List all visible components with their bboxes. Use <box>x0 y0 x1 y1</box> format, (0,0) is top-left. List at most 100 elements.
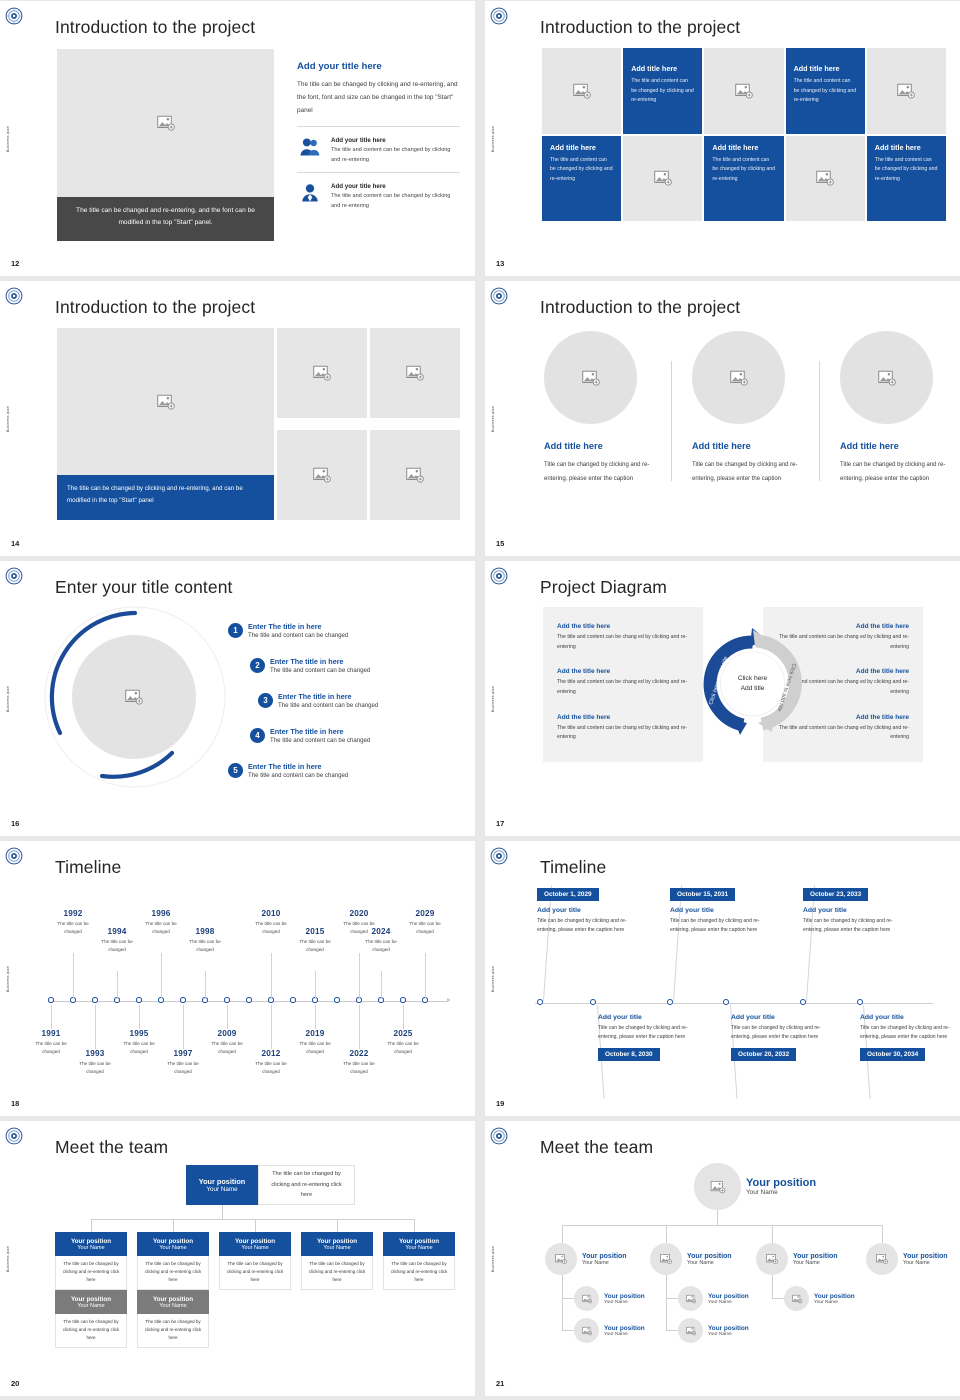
list-item[interactable]: 2 Enter The title in here The title and … <box>228 648 460 683</box>
org-node[interactable]: Your position Your Name <box>545 1243 627 1275</box>
list-item[interactable]: 5 Enter The title in here The title and … <box>228 753 460 788</box>
grid-cell-image[interactable] <box>866 48 946 134</box>
timeline-label-below[interactable]: 2012 The title can be changed <box>247 1049 295 1076</box>
slide-20[interactable]: Business plan Meet the team Your positio… <box>0 1121 475 1396</box>
org-node[interactable]: Your position Your Name <box>866 1243 948 1275</box>
feature-row[interactable]: Add your title here The title and conten… <box>297 181 460 218</box>
grid-cell-image[interactable] <box>785 135 865 221</box>
timeline-label-below[interactable]: 2009 The title can be changed <box>203 1029 251 1056</box>
avatar[interactable] <box>574 1318 599 1343</box>
org-node-sub[interactable]: Your position Your Name <box>678 1286 749 1311</box>
timeline-dot[interactable] <box>723 999 729 1005</box>
org-node-sub[interactable]: Your position Your Name <box>678 1318 749 1343</box>
timeline-dot[interactable] <box>92 997 98 1003</box>
org-node-sub[interactable]: Your position Your Name The title can be… <box>137 1290 209 1348</box>
org-node[interactable]: Your position Your Name The title can be… <box>55 1232 127 1290</box>
timeline-label-below[interactable]: 1991 The title can be changed <box>27 1029 75 1056</box>
timeline-card-below[interactable]: Add your title Title can be changed by c… <box>731 1014 827 1062</box>
panel-item[interactable]: Add the title here The title and content… <box>543 698 703 743</box>
timeline-dot[interactable] <box>136 997 142 1003</box>
slide-16[interactable]: Business plan Enter your title content 1… <box>0 561 475 836</box>
timeline-label-below[interactable]: 2019 The title can be changed <box>291 1029 339 1056</box>
timeline-card-below[interactable]: Add your title Title can be changed by c… <box>860 1014 956 1062</box>
timeline-label-above[interactable]: 1998 The title can be changed <box>181 927 229 954</box>
avatar[interactable] <box>678 1318 703 1343</box>
timeline-label-above[interactable]: 2024 The title can be changed <box>357 927 405 954</box>
timeline-label-below[interactable]: 1993 The title can be changed <box>71 1049 119 1076</box>
slide-19[interactable]: Business plan Timeline October 1, 2029 A… <box>485 841 960 1116</box>
timeline-dot[interactable] <box>224 997 230 1003</box>
grid-cell-text[interactable]: Add title here The title and content can… <box>542 135 622 221</box>
timeline-card-above[interactable]: October 1, 2029 Add your title Title can… <box>537 883 633 935</box>
panel-item[interactable]: Add the title here The title and content… <box>543 652 703 697</box>
panel-item[interactable]: Add the title here The title and content… <box>543 607 703 652</box>
org-node[interactable]: Your position Your Name The title can be… <box>137 1232 209 1290</box>
list-item[interactable]: 4 Enter The title in here The title and … <box>228 718 460 753</box>
timeline-label-above[interactable]: 1996 The title can be changed <box>137 909 185 936</box>
timeline-label-above[interactable]: 1994 The title can be changed <box>93 927 141 954</box>
feature-row[interactable]: Add your title here The title and conten… <box>297 135 460 172</box>
slide-12[interactable]: Business plan Introduction to the projec… <box>0 1 475 276</box>
slide-13[interactable]: Business plan Introduction to the projec… <box>485 1 960 276</box>
timeline-card-above[interactable]: October 23, 2033 Add your title Title ca… <box>803 883 899 935</box>
avatar[interactable] <box>678 1286 703 1311</box>
avatar[interactable] <box>574 1286 599 1311</box>
timeline-label-above[interactable]: 2015 The title can be changed <box>291 927 339 954</box>
avatar[interactable] <box>866 1243 898 1275</box>
timeline-dot[interactable] <box>48 997 54 1003</box>
timeline-label-above[interactable]: 2010 The title can be changed <box>247 909 295 936</box>
timeline-card-below[interactable]: Add your title Title can be changed by c… <box>598 1014 694 1062</box>
timeline-card-above[interactable]: October 15, 2031 Add your title Title ca… <box>670 883 766 935</box>
circle-image-placeholder[interactable] <box>840 331 933 424</box>
avatar[interactable] <box>784 1286 809 1311</box>
timeline-dot[interactable] <box>180 997 186 1003</box>
org-node[interactable]: Your position Your Name The title can be… <box>383 1232 455 1290</box>
timeline-dot[interactable] <box>590 999 596 1005</box>
timeline-label-below[interactable]: 1997 The title can be changed <box>159 1049 207 1076</box>
avatar[interactable] <box>756 1243 788 1275</box>
image-placeholder-quad-2[interactable] <box>370 328 460 418</box>
image-placeholder-quad-1[interactable] <box>277 328 367 418</box>
org-node-sub[interactable]: Your position Your Name <box>784 1286 855 1311</box>
avatar[interactable] <box>545 1243 577 1275</box>
org-node[interactable]: Your position Your Name The title can be… <box>301 1232 373 1290</box>
center-image-placeholder[interactable] <box>72 635 196 759</box>
slide-15[interactable]: Business plan Introduction to the projec… <box>485 281 960 556</box>
org-node-sub[interactable]: Your position Your Name <box>574 1318 645 1343</box>
slide-14[interactable]: Business plan Introduction to the projec… <box>0 281 475 556</box>
grid-cell-text[interactable]: Add title here The title and content can… <box>866 135 946 221</box>
root-card[interactable]: Your position Your Name <box>186 1165 258 1205</box>
center-hub[interactable]: Click here Add title <box>721 652 784 715</box>
timeline-dot[interactable] <box>290 997 296 1003</box>
timeline-dot[interactable] <box>334 997 340 1003</box>
grid-cell-text[interactable]: Add title here The title and content can… <box>785 48 865 134</box>
circle-image-placeholder[interactable] <box>692 331 785 424</box>
image-placeholder-quad-4[interactable] <box>370 430 460 520</box>
grid-cell-text[interactable]: Add title here The title and content can… <box>623 48 703 134</box>
org-root[interactable]: Your position Your Name The title can be… <box>186 1165 355 1205</box>
circle-image-placeholder[interactable] <box>544 331 637 424</box>
avatar[interactable] <box>650 1243 682 1275</box>
grid-cell-image[interactable] <box>542 48 622 134</box>
org-node[interactable]: Your position Your Name The title can be… <box>219 1232 291 1290</box>
grid-cell-image[interactable] <box>704 48 784 134</box>
org-node[interactable]: Your position Your Name <box>756 1243 838 1275</box>
list-item[interactable]: 3 Enter The title in here The title and … <box>228 683 460 718</box>
image-placeholder-main[interactable] <box>57 328 274 475</box>
slide-21[interactable]: Business plan Meet the team Your positio… <box>485 1121 960 1396</box>
image-placeholder-quad-3[interactable] <box>277 430 367 520</box>
slide-18[interactable]: Business plan Timeline 1991 The title ca… <box>0 841 475 1116</box>
grid-cell-text[interactable]: Add title here The title and content can… <box>704 135 784 221</box>
avatar[interactable] <box>694 1163 741 1210</box>
timeline-label-above[interactable]: 2029 The title can be changed <box>401 909 449 936</box>
timeline-dot[interactable] <box>400 997 406 1003</box>
timeline-label-below[interactable]: 2022 The title can be changed <box>335 1049 383 1076</box>
timeline-label-below[interactable]: 2025 The title can be changed <box>379 1029 427 1056</box>
timeline-label-above[interactable]: 1992 The title can be changed <box>49 909 97 936</box>
org-node-sub[interactable]: Your position Your Name The title can be… <box>55 1290 127 1348</box>
grid-cell-image[interactable] <box>623 135 703 221</box>
timeline-label-below[interactable]: 1995 The title can be changed <box>115 1029 163 1056</box>
slide-17[interactable]: Business plan Project Diagram Add the ti… <box>485 561 960 836</box>
timeline-dot[interactable] <box>246 997 252 1003</box>
list-item[interactable]: 1 Enter The title in here The title and … <box>228 613 460 648</box>
